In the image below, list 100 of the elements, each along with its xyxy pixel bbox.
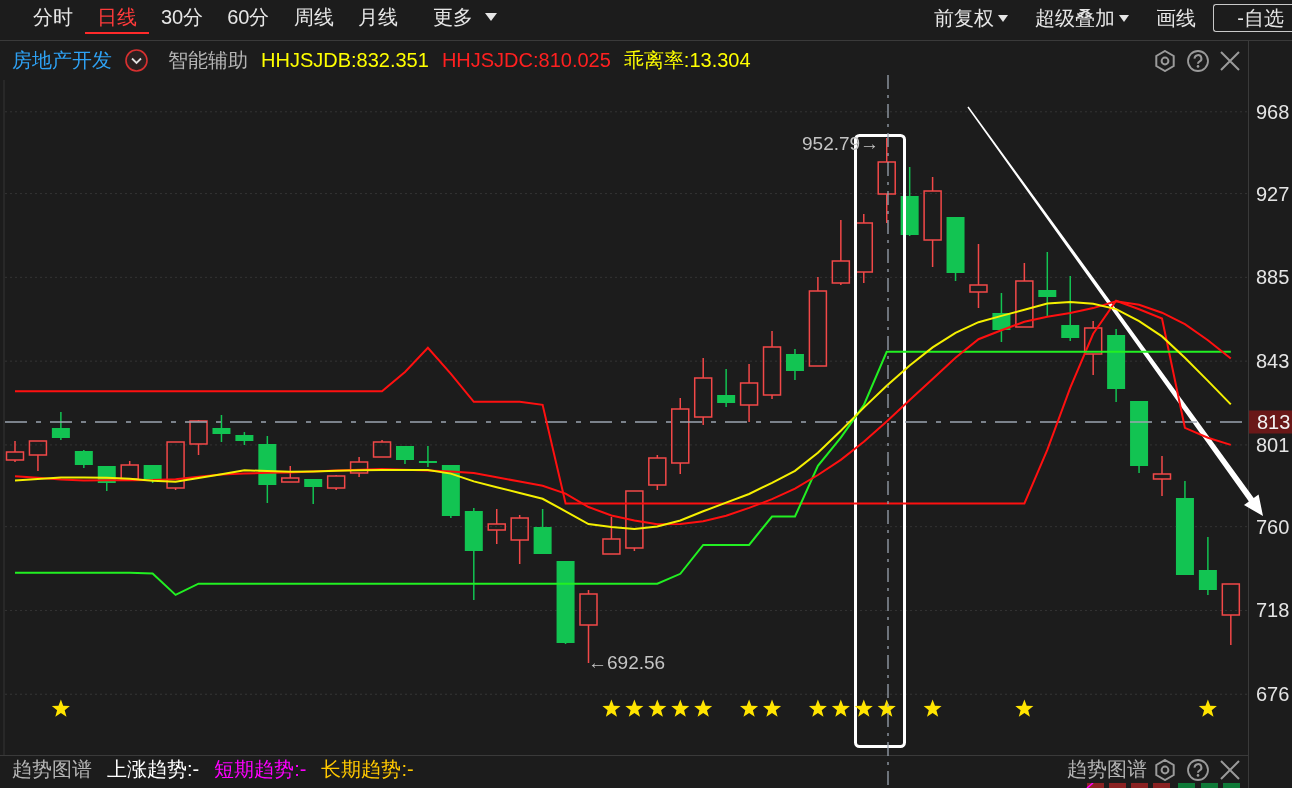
timeframe-tab[interactable]: 更多 [420, 0, 509, 34]
candlestick [969, 243, 988, 309]
close-icon[interactable] [1220, 759, 1240, 780]
candlestick [992, 292, 1011, 343]
candlestick [739, 363, 759, 423]
candlestick [258, 435, 277, 504]
timeframe-tab[interactable]: 月线 [345, 0, 410, 34]
axis-label: 676 [1256, 683, 1290, 706]
candlestick [189, 419, 208, 456]
close-icon[interactable] [1220, 50, 1240, 71]
timeframe-tab[interactable]: 分时 [21, 0, 85, 34]
candlestick [693, 357, 713, 426]
panel-title: 趋势图谱 [12, 757, 92, 782]
indicator-value: 乖离率:13.304 [623, 48, 751, 73]
star-icon [923, 699, 942, 717]
star-icon [854, 699, 873, 717]
dropdown-button[interactable]: 前复权 [934, 4, 1009, 32]
caret-icon [484, 13, 497, 21]
star-icon [808, 699, 827, 717]
candlestick [396, 445, 414, 465]
axis-label: 718 [1256, 599, 1290, 622]
candlestick [97, 465, 116, 492]
candlestick [120, 460, 139, 480]
candlestick [212, 414, 231, 443]
indicator-name: 智能辅助 [168, 48, 248, 73]
candlestick [51, 411, 70, 441]
axis-label: 843 [1256, 350, 1290, 373]
candlestick [625, 490, 644, 552]
candlestick [510, 514, 529, 565]
candlestick [1038, 251, 1057, 317]
star-icon [671, 699, 690, 717]
timeframe-tab[interactable]: 周线 [281, 0, 346, 34]
candlestick [372, 439, 392, 458]
candlestick [533, 508, 552, 555]
watchlist-button[interactable]: -自选 [1213, 4, 1292, 32]
timeframe-tab[interactable]: 60分 [215, 0, 282, 34]
candlestick [235, 431, 254, 446]
candlestick [326, 474, 346, 491]
candlestick [1221, 583, 1241, 646]
candlestick [487, 508, 506, 545]
candlestick [74, 449, 93, 469]
candlestick [349, 456, 369, 478]
trend-line [1086, 783, 1094, 788]
indicator-value: HHJSJDB:832.351 [261, 49, 429, 72]
sector-name: 房地产开发 [12, 48, 112, 73]
trend-bar [1087, 783, 1104, 788]
help-icon[interactable] [1187, 758, 1209, 781]
timeframe-tab[interactable]: 30分 [149, 0, 216, 34]
star-icon [51, 699, 70, 717]
candlestick [143, 464, 162, 484]
candlestick [1061, 275, 1080, 342]
dropdown-button[interactable]: 超级叠加 [1035, 4, 1130, 32]
trend-bar [1201, 783, 1218, 788]
candlestick [602, 516, 621, 555]
low-price-label: ←692.56 [588, 652, 666, 673]
trend-value: 短期趋势:- [214, 757, 307, 782]
candlestick [785, 348, 804, 381]
trend-value: 上涨趋势:- [107, 757, 200, 782]
trend-bar [1109, 783, 1126, 788]
trend-bar [1153, 783, 1170, 788]
candlestick [1083, 320, 1103, 376]
axis-label: 885 [1256, 266, 1290, 289]
candlestick [441, 464, 460, 519]
star-icon [740, 699, 759, 717]
trend-bar [1131, 783, 1148, 788]
trend-bar [1223, 783, 1240, 788]
candlestick [304, 478, 323, 505]
trend-value: 长期趋势:- [321, 757, 414, 782]
candlestick [717, 368, 736, 408]
star-icon [625, 699, 644, 717]
price-tag: 813 [1249, 410, 1292, 434]
candlestick [418, 445, 437, 468]
caret-icon [998, 14, 1009, 22]
star-icon [602, 699, 621, 717]
candlestick [166, 441, 185, 491]
candlestick [900, 166, 919, 237]
candlestick [831, 219, 851, 286]
candlestick [281, 465, 300, 483]
star-icon [763, 699, 782, 717]
candlestick [28, 440, 48, 472]
star-icon [1198, 699, 1217, 717]
axis-label: 968 [1256, 100, 1290, 123]
caret-icon [1119, 14, 1130, 22]
candlestick [5, 440, 25, 463]
caret-circle-icon[interactable] [125, 49, 148, 72]
candlestick [1015, 262, 1034, 328]
menu-item[interactable]: 画线 [1156, 4, 1197, 32]
timeframe-tab[interactable]: 日线 [85, 0, 149, 34]
axis-label: 801 [1256, 433, 1290, 456]
settings-icon[interactable] [1154, 758, 1176, 781]
candlestick [1198, 536, 1217, 596]
settings-icon[interactable] [1154, 49, 1176, 72]
star-icon [877, 699, 896, 717]
star-icon [694, 699, 713, 717]
star-icon [831, 699, 850, 717]
candlestick [854, 213, 874, 284]
help-icon[interactable] [1187, 49, 1209, 72]
axis-label: 927 [1256, 182, 1290, 205]
candlestick [648, 454, 667, 491]
candlestick [762, 330, 782, 400]
